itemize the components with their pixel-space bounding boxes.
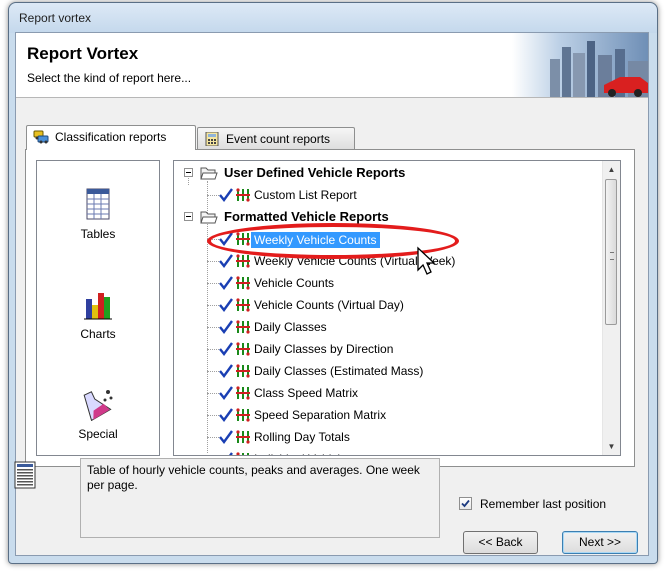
- flask-icon: [83, 390, 113, 421]
- vehicles-icon: [33, 130, 49, 144]
- category-tables[interactable]: Tables: [37, 187, 159, 241]
- vehicle-axle-icon: [236, 254, 250, 268]
- checkmark-icon: [219, 320, 233, 334]
- remember-last-position-label: Remember last position: [480, 497, 607, 511]
- category-label: Tables: [80, 227, 116, 241]
- checkmark-icon: [219, 298, 233, 312]
- category-charts[interactable]: Charts: [37, 287, 159, 341]
- folder-open-icon: [200, 167, 218, 180]
- banner-title: Report Vortex: [27, 44, 139, 63]
- tree-item-label: Daily Classes by Direction: [254, 342, 394, 356]
- vehicle-axle-icon: [236, 342, 250, 356]
- collapse-icon[interactable]: [184, 168, 193, 177]
- checkmark-icon: [219, 276, 233, 290]
- tree-item-label: Vehicle Counts: [254, 276, 335, 290]
- vehicle-axle-icon: [236, 188, 250, 202]
- checkmark-icon: [219, 232, 233, 246]
- remember-last-position-checkbox[interactable]: [459, 497, 472, 510]
- vehicle-axle-icon: [236, 276, 250, 290]
- category-special[interactable]: Special: [37, 387, 159, 441]
- checkmark-icon: [219, 430, 233, 444]
- scroll-up-icon[interactable]: ▲: [603, 161, 620, 178]
- vehicle-axle-icon: [236, 452, 249, 455]
- tree-item[interactable]: Rolling Day Totals: [174, 427, 594, 447]
- tree-vertical-scrollbar[interactable]: ▲ ▼: [602, 161, 620, 455]
- tree-item-label: Speed Separation Matrix: [254, 408, 387, 422]
- vehicle-axle-icon: [236, 320, 250, 334]
- table-icon: [86, 188, 110, 220]
- checkmark-icon: [219, 342, 233, 356]
- tree-group-label: Formatted Vehicle Reports: [224, 209, 389, 224]
- checkmark-icon: [229, 452, 233, 455]
- tree-group-label: User Defined Vehicle Reports: [224, 165, 406, 180]
- tree-item-label: Rolling Day Totals: [254, 430, 350, 444]
- tree-item-label: Daily Classes (Estimated Mass): [254, 364, 424, 378]
- vehicle-axle-icon: [236, 298, 250, 312]
- scroll-thumb[interactable]: [605, 179, 617, 325]
- vehicle-axle-icon: [236, 386, 250, 400]
- category-list[interactable]: Tables Charts Special: [36, 160, 160, 456]
- checkmark-icon: [219, 254, 233, 268]
- tree-group-user-defined[interactable]: User Defined Vehicle Reports: [174, 163, 594, 183]
- tree-item[interactable]: Daily Classes by Direction: [174, 339, 594, 359]
- tree-item-label: Weekly Vehicle Counts: [251, 232, 380, 248]
- checkmark-icon: [219, 364, 233, 378]
- report-document-icon: [14, 461, 36, 489]
- tree-item[interactable]: Class Speed Matrix: [174, 383, 594, 403]
- bar-chart-icon: [84, 293, 112, 320]
- tree-item-label: Daily Classes: [254, 320, 327, 334]
- vehicle-axle-icon: [236, 232, 250, 246]
- tree-item-label: Class Speed Matrix: [254, 386, 359, 400]
- classification-tab-panel: Tables Charts Special User Defined Vehic…: [25, 149, 635, 467]
- window-title: Report vortex: [19, 11, 92, 25]
- tab-label: Event count reports: [226, 132, 331, 146]
- checkmark-icon: [219, 188, 233, 202]
- tree-item[interactable]: Speed Separation Matrix: [174, 405, 594, 425]
- tree-item[interactable]: Individual Vehicles: [174, 449, 594, 455]
- tab-classification-reports[interactable]: Classification reports: [26, 125, 196, 150]
- tree-item-label: Custom List Report: [254, 188, 357, 202]
- tree-item-label: Individual Vehicles: [254, 452, 353, 455]
- back-button[interactable]: << Back: [463, 531, 538, 554]
- checkmark-icon: [219, 386, 233, 400]
- vehicle-axle-icon: [236, 364, 250, 378]
- tree-item[interactable]: Daily Classes (Estimated Mass): [174, 361, 594, 381]
- folder-open-icon: [200, 211, 218, 224]
- vehicle-axle-icon: [236, 408, 250, 422]
- tree-item[interactable]: Vehicle Counts (Virtual Day): [174, 295, 594, 315]
- next-button[interactable]: Next >>: [562, 531, 638, 554]
- tree-item[interactable]: Daily Classes: [174, 317, 594, 337]
- banner: Report Vortex Select the kind of report …: [16, 33, 648, 98]
- report-tree[interactable]: User Defined Vehicle Reports Custom List…: [173, 160, 621, 456]
- checkmark-icon: [219, 408, 233, 422]
- city-skyline-image: [512, 33, 648, 97]
- title-bar[interactable]: Report vortex: [9, 3, 657, 33]
- scroll-down-icon[interactable]: ▼: [603, 438, 620, 455]
- category-label: Charts: [80, 327, 116, 341]
- category-label: Special: [78, 427, 118, 441]
- tree-item[interactable]: Weekly Vehicle Counts (Virtual Week): [174, 251, 594, 271]
- banner-subtitle: Select the kind of report here...: [27, 71, 192, 85]
- tab-label: Classification reports: [55, 130, 167, 144]
- tree-group-formatted[interactable]: Formatted Vehicle Reports: [174, 207, 594, 227]
- checkbox-check-icon: [461, 499, 470, 508]
- tree-item[interactable]: Custom List Report: [174, 185, 594, 205]
- tree-item[interactable]: Vehicle Counts: [174, 273, 594, 293]
- vehicle-axle-icon: [236, 430, 250, 444]
- tab-event-count-reports[interactable]: Event count reports: [197, 127, 355, 149]
- description-text: Table of hourly vehicle counts, peaks an…: [87, 463, 420, 492]
- mouse-cursor-icon: [417, 246, 436, 275]
- tree-item-label: Vehicle Counts (Virtual Day): [254, 298, 404, 312]
- calculator-icon: [205, 132, 219, 146]
- tree-item[interactable]: Weekly Vehicle Counts: [174, 229, 594, 249]
- collapse-icon[interactable]: [184, 212, 193, 221]
- description-box: Table of hourly vehicle counts, peaks an…: [80, 458, 440, 538]
